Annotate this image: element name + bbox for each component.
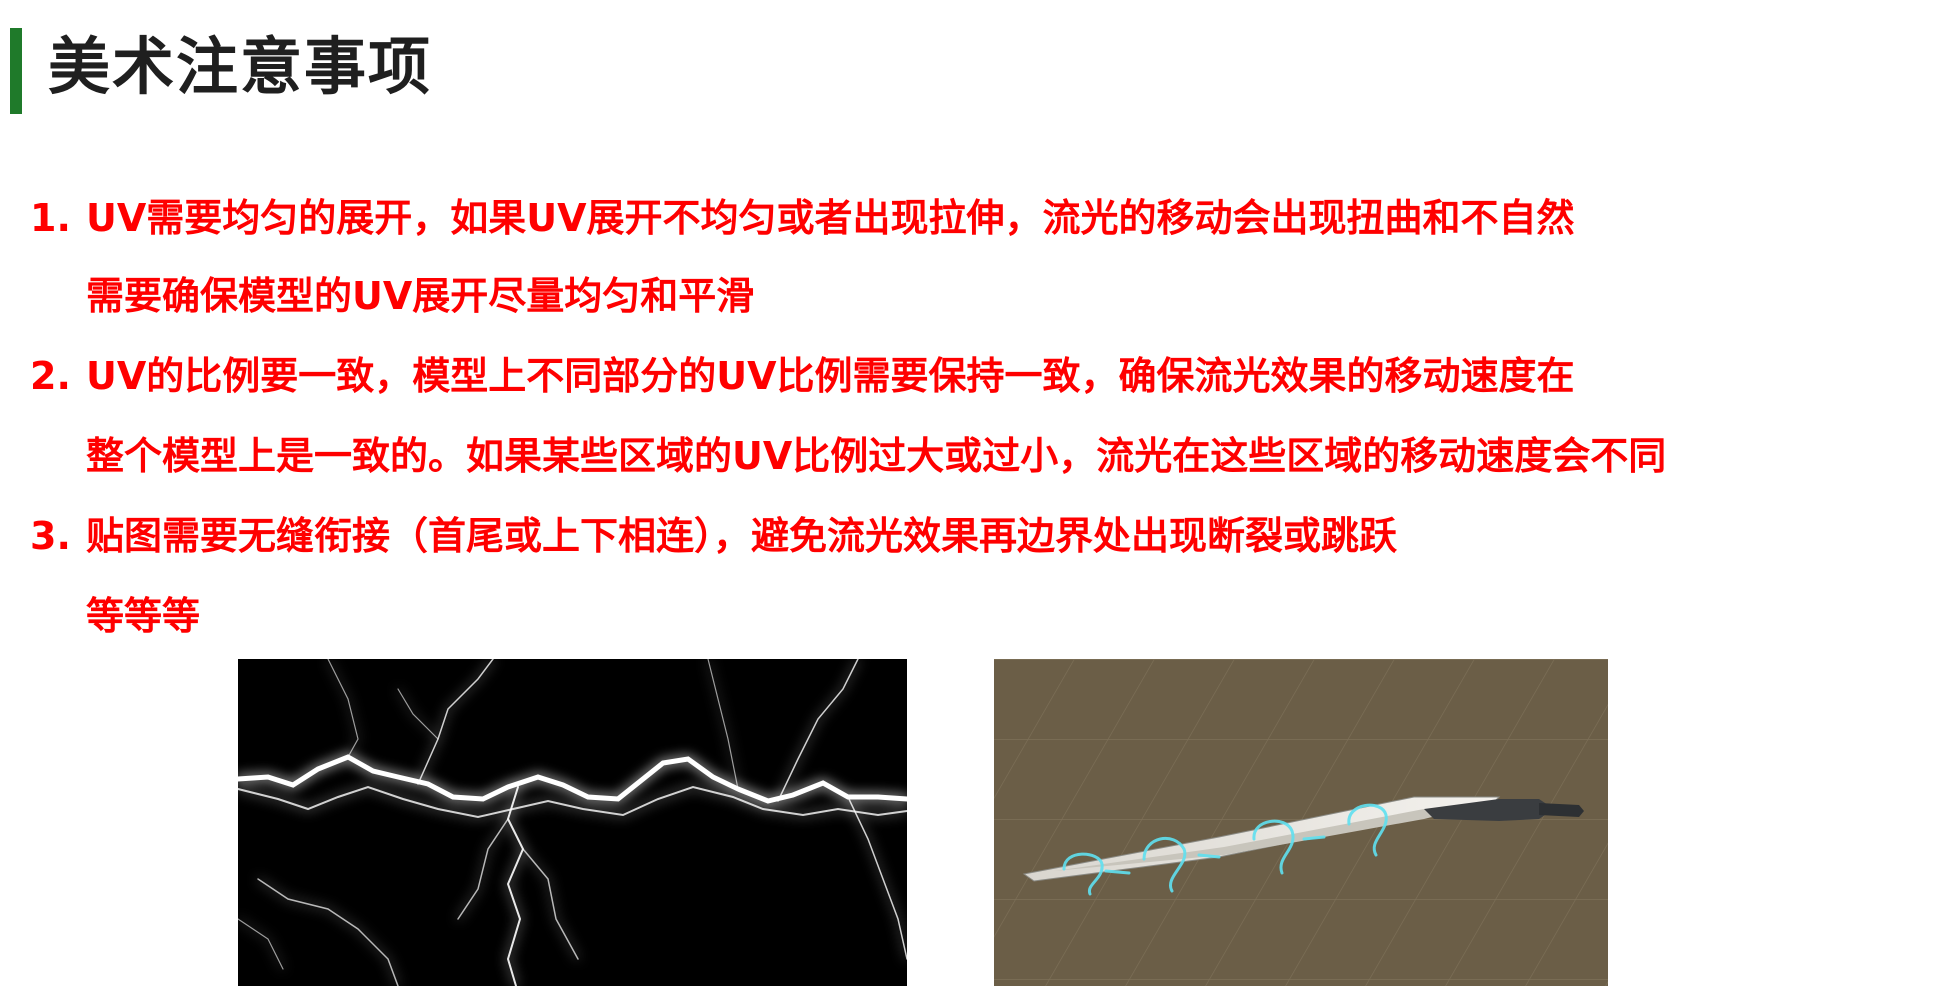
note-1-text-1: UV需要均匀的展开，如果UV展开不均匀或者出现拉伸，流光的移动会出现扭曲和不自然 bbox=[86, 196, 1575, 240]
page-title: 美术注意事项 bbox=[48, 30, 433, 103]
note-3-text-1: 贴图需要无缝衔接（首尾或上下相连），避免流光效果再边界处出现断裂或跳跃 bbox=[86, 514, 1398, 558]
note-3-line-1: 3. 贴图需要无缝衔接（首尾或上下相连），避免流光效果再边界处出现断裂或跳跃 bbox=[30, 508, 1397, 564]
sword-model-image bbox=[994, 659, 1608, 986]
note-3-line-2: 等等等 bbox=[86, 594, 201, 638]
note-2-line-1: 2. UV的比例要一致，模型上不同部分的UV比例需要保持一致，确保流光效果的移动速… bbox=[30, 348, 1575, 404]
note-1-line-1: 1. UV需要均匀的展开，如果UV展开不均匀或者出现拉伸，流光的移动会出现扭曲和不… bbox=[30, 190, 1575, 246]
title-accent-bar bbox=[10, 28, 22, 114]
note-2-text-1: UV的比例要一致，模型上不同部分的UV比例需要保持一致，确保流光效果的移动速度在 bbox=[86, 354, 1575, 398]
note-3-number: 3. bbox=[30, 514, 71, 558]
note-1-number: 1. bbox=[30, 196, 71, 240]
note-2-number: 2. bbox=[30, 354, 71, 398]
note-2-line-2: 整个模型上是一致的。如果某些区域的UV比例过大或过小，流光在这些区域的移动速度会… bbox=[86, 434, 1667, 478]
lightning-texture-image bbox=[238, 659, 907, 986]
note-1-line-2: 需要确保模型的UV展开尽量均匀和平滑 bbox=[86, 274, 755, 318]
